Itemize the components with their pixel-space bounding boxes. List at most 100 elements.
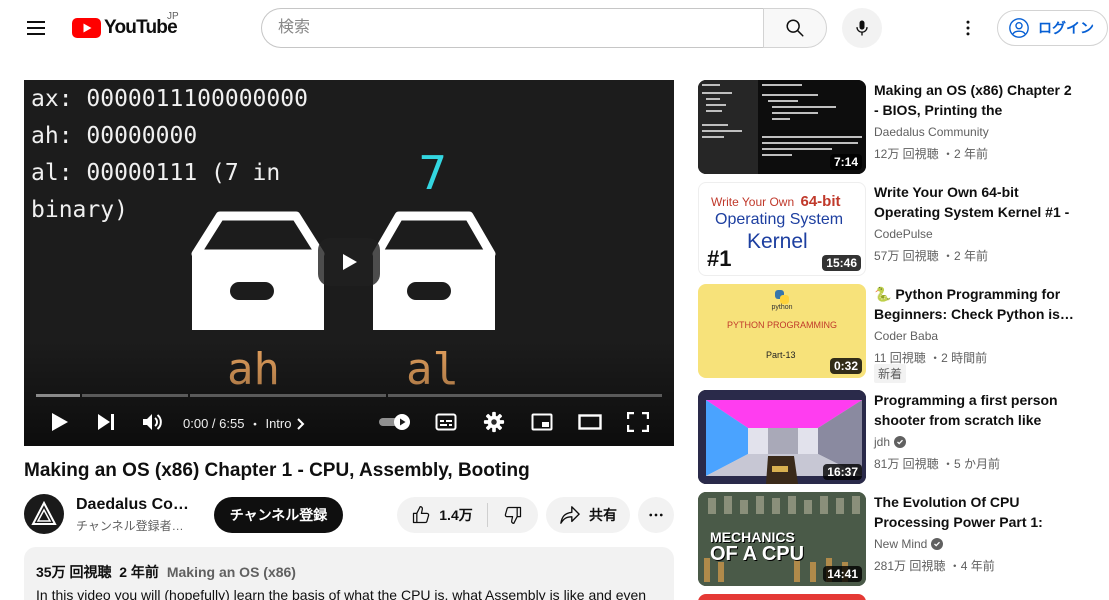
description-box[interactable]: 35万 回視聴 2 年前 Making an OS (x86) In this … [24,547,674,600]
autoplay-toggle-icon [379,414,410,430]
verified-check-icon [894,436,907,448]
chapter-segment [82,394,188,397]
menu-icon [27,21,45,23]
thumbnail-text: PYTHON PROGRAMMING [726,320,837,330]
next-button[interactable] [90,406,122,438]
progress-bar[interactable] [36,394,662,397]
video-meta: 12万 回視聴 ・2 年前 [874,147,989,161]
subtitles-button[interactable] [431,406,461,438]
miniplayer-button[interactable] [527,406,557,438]
search-input[interactable] [278,9,764,47]
video-duration: 14:41 [823,566,862,582]
youtube-play-logo-icon [72,18,101,38]
masthead: YouTube JP ログイン [0,0,1109,56]
logo-wordmark: YouTube [104,17,178,38]
video-duration: 16:37 [823,464,862,480]
large-play-button[interactable] [318,238,380,286]
chapter-segment [36,394,80,397]
search-icon [786,19,804,37]
video-duration: 0:32 [829,358,862,374]
register-box-ah-icon [191,211,325,330]
autoplay-toggle[interactable] [378,406,412,438]
theater-mode-button[interactable] [574,406,606,438]
microphone-icon [856,20,868,36]
verified-check-icon [931,538,944,550]
volume-icon [143,414,162,430]
description-meta: 35万 回視聴 2 年前 Making an OS (x86) [36,562,662,582]
channel-name[interactable]: CodePulse [874,227,933,241]
channel-name[interactable]: Daedalus Community [874,125,989,139]
video-title: Making an OS (x86) Chapter 1 - CPU, Asse… [24,460,530,481]
miniplayer-icon [531,413,553,431]
video-duration: 15:46 [822,255,861,271]
subtitles-icon [435,413,457,431]
chapter-segment [388,394,662,397]
more-vertical-icon [966,20,970,36]
video-thumbnail[interactable]: Write Your Own 64-bit Operating System K… [698,182,866,276]
recommended-video[interactable]: python PYTHON PROGRAMMING Part-13 0:32 🐍… [698,284,1078,383]
playlist-tag[interactable]: Making an OS (x86) [167,564,296,580]
video-thumbnail[interactable]: 7:14 [698,80,866,174]
theater-mode-icon [578,414,602,430]
video-title[interactable]: Programming a first person shooter from … [874,390,1078,430]
more-actions-button[interactable] [638,497,674,533]
recommended-video[interactable]: Write Your Own 64-bit Operating System K… [698,182,1078,276]
video-title[interactable]: 🐍 Python Programming for Beginners: Chec… [874,284,1078,324]
mute-button[interactable] [137,406,169,438]
chapter-segment [190,394,386,397]
play-icon [343,254,357,270]
search-box [261,8,764,48]
time-display: 0:00 / 6:55 ・ Intro [183,414,305,433]
video-duration: 7:14 [829,154,862,170]
share-button[interactable]: 共有 [546,497,630,533]
guide-menu-button[interactable] [16,8,56,48]
share-arrow-icon [560,506,580,524]
youtube-logo[interactable]: YouTube [72,16,178,40]
like-button[interactable]: 1.4万 [397,497,487,533]
thumbnail-text: Kernel [747,230,808,253]
video-title[interactable]: Write Your Own 64-bit Operating System K… [874,182,1078,222]
dislike-button[interactable] [488,497,538,533]
video-player[interactable]: ax: 0000011100000000 ah: 00000000 al: 00… [24,80,674,446]
thumbnail-text: Operating System [715,211,844,228]
register-line-al: al: 00000111 (7 in [31,160,281,186]
settings-button[interactable] [479,406,509,438]
voice-search-button[interactable] [842,8,882,48]
recommended-video[interactable]: 7:14 Making an OS (x86) Chapter 2 - BIOS… [698,80,1078,174]
play-icon [52,413,68,431]
recommended-video[interactable]: 16:37 Programming a first person shooter… [698,390,1078,484]
channel-name[interactable]: Daedalus Co… [76,496,189,514]
logo-region-code: JP [167,11,179,22]
chapter-title[interactable]: Intro [265,416,291,431]
more-horizontal-icon [649,513,663,517]
video-thumbnail[interactable]: MECHANICS OF A CPU 14:41 [698,492,866,586]
channel-name[interactable]: New Mind [874,537,944,551]
video-thumbnail[interactable] [698,594,866,600]
recommended-video[interactable]: MECHANICS OF A CPU 14:41 The Evolution O… [698,492,1078,586]
thumbnail-text: Part-13 [766,350,796,360]
video-title[interactable]: The Evolution Of CPU Processing Power Pa… [874,492,1078,532]
channel-logo-icon [31,501,57,525]
login-button[interactable]: ログイン [997,10,1108,46]
settings-more-button[interactable] [948,8,988,48]
play-button[interactable] [44,406,76,438]
register-line-ax: ax: 0000011100000000 [31,86,308,112]
channel-name[interactable]: Coder Baba [874,329,938,343]
view-count: 35万 回視聴 [36,564,112,580]
channel-name[interactable]: jdh [874,435,907,449]
video-thumbnail[interactable]: python PYTHON PROGRAMMING Part-13 0:32 [698,284,866,378]
video-meta: 57万 回視聴 ・2 年前 [874,249,989,263]
register-line-ah: ah: 00000000 [31,123,198,149]
search-button[interactable] [763,8,827,48]
video-meta: 81万 回視聴 ・5 か月前 [874,457,1001,471]
thumbnail-text: OF A CPU [710,543,805,565]
thumbnail-text: python [771,304,793,311]
account-circle-icon [1009,18,1029,38]
subscriber-count: チャンネル登録者… [76,519,184,533]
thumbnail-text: Write Your Own [711,195,795,209]
video-thumbnail[interactable]: 16:37 [698,390,866,484]
fullscreen-button[interactable] [623,406,653,438]
subscribe-button[interactable]: チャンネル登録 [214,497,343,533]
video-title[interactable]: Making an OS (x86) Chapter 2 - BIOS, Pri… [874,80,1078,120]
channel-avatar[interactable] [24,494,64,534]
